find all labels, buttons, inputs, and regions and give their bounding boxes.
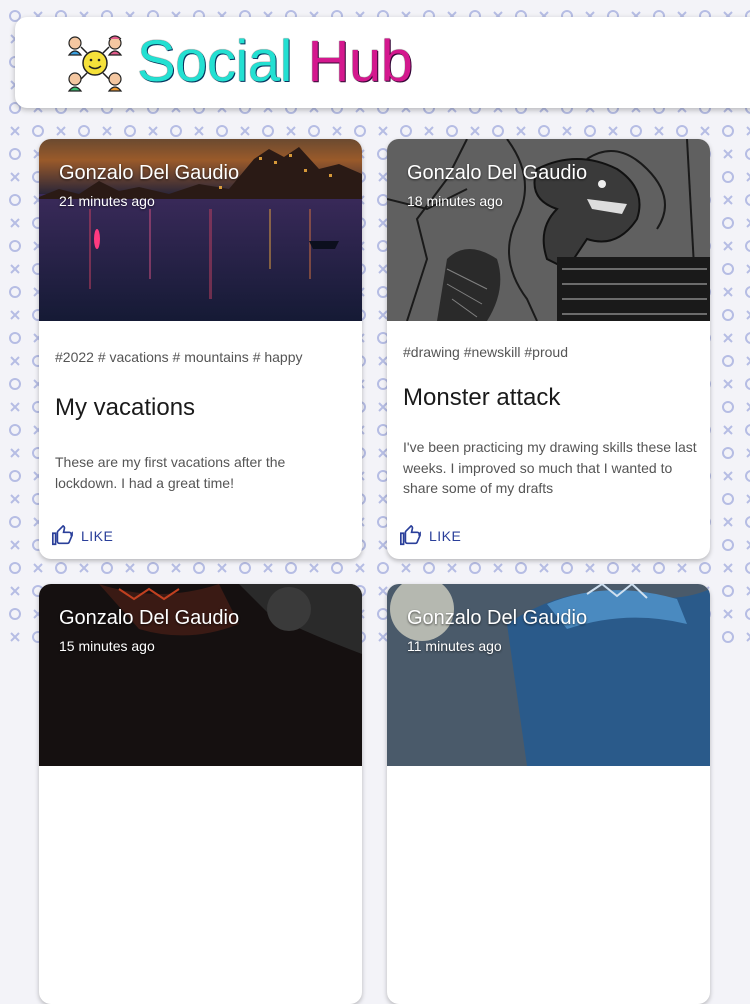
like-label: LIKE (429, 528, 462, 544)
post-card: Gonzalo Del Gaudio 18 minutes ago #drawi… (387, 139, 710, 559)
post-tags: #drawing #newskill #proud (403, 344, 568, 360)
post-title: Monster attack (403, 384, 561, 411)
post-author: Gonzalo Del Gaudio (407, 162, 588, 184)
post-time: 11 minutes ago (407, 638, 502, 654)
post-tags: #2022 # vacations # mountains # happy (55, 349, 303, 365)
post-time: 18 minutes ago (407, 193, 503, 209)
post-author: Gonzalo Del Gaudio (59, 607, 240, 629)
post-body: These are my first vacations after the l… (55, 454, 286, 491)
post-card: Gonzalo Del Gaudio 11 minutes ago (387, 584, 710, 1004)
like-label: LIKE (81, 528, 114, 544)
like-button[interactable]: LIKE (51, 525, 113, 547)
app-header: Social Hub (15, 17, 750, 108)
post-card: Gonzalo Del Gaudio 21 minutes ago #2022 … (39, 139, 362, 559)
thumb-up-icon (400, 525, 421, 546)
post-time: 21 minutes ago (59, 193, 155, 209)
post-card: Gonzalo Del Gaudio 15 minutes ago (39, 584, 362, 1004)
post-body: I've been practicing my drawing skills t… (403, 439, 697, 496)
like-button[interactable]: LIKE (399, 525, 461, 547)
thumb-up-icon (52, 525, 73, 546)
post-time: 15 minutes ago (59, 638, 155, 654)
app-title: Social Hub (137, 29, 413, 94)
friends-group-icon (67, 35, 123, 92)
post-title: My vacations (55, 394, 196, 421)
post-author: Gonzalo Del Gaudio (59, 162, 240, 184)
post-author: Gonzalo Del Gaudio (407, 607, 588, 629)
